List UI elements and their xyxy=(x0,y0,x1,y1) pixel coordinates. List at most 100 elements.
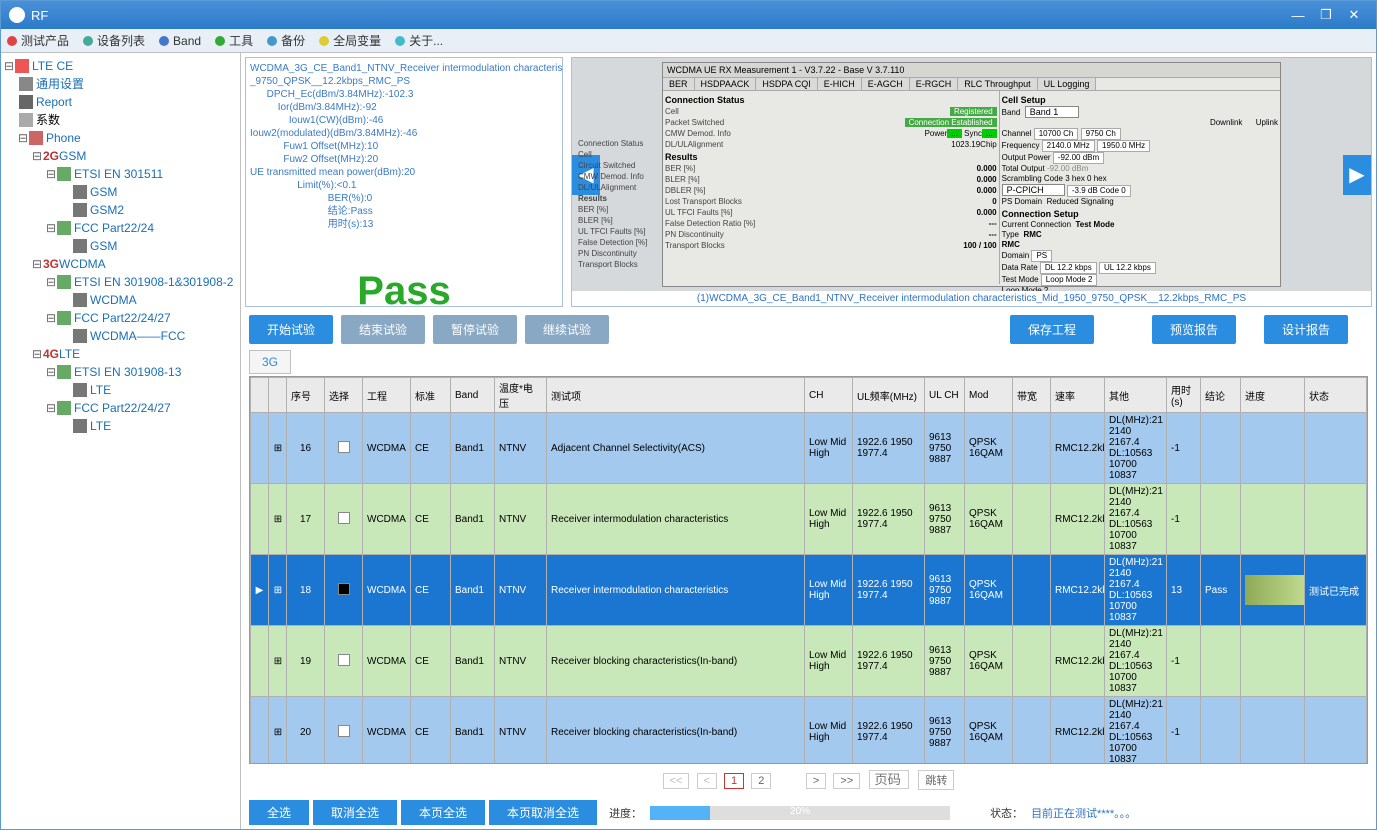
toolbar-item[interactable]: 工具 xyxy=(215,32,253,49)
table-row[interactable]: ▶⊞18WCDMACEBand1NTNVReceiver intermodula… xyxy=(251,555,1367,626)
toolbar-item[interactable]: Band xyxy=(159,34,201,48)
tree-gsm-fcc[interactable]: FCC Part22/24 xyxy=(74,220,154,236)
cell: -1 xyxy=(1167,626,1201,697)
tree-4g[interactable]: 4G xyxy=(43,346,59,362)
tree-phone[interactable]: Phone xyxy=(46,130,81,146)
tree-lte-fcc[interactable]: FCC Part22/24/27 xyxy=(74,400,171,416)
pager-jump[interactable]: 跳转 xyxy=(918,770,954,790)
column-header[interactable]: 序号 xyxy=(287,378,325,413)
column-header[interactable]: 温度*电压 xyxy=(495,378,547,413)
tree-gsm-etsi[interactable]: ETSI EN 301511 xyxy=(74,166,163,182)
table-row[interactable]: ⊞20WCDMACEBand1NTNVReceiver blocking cha… xyxy=(251,697,1367,765)
column-header[interactable]: UL频率(MHz) xyxy=(853,378,925,413)
toolbar-item[interactable]: 全局变量 xyxy=(319,32,381,49)
column-header[interactable]: 速率 xyxy=(1051,378,1105,413)
continue-test-button[interactable]: 继续试验 xyxy=(525,315,609,344)
next-screenshot-button[interactable]: ▶ xyxy=(1343,155,1371,195)
column-header[interactable]: 选择 xyxy=(325,378,363,413)
column-header[interactable]: 其他 xyxy=(1105,378,1167,413)
pager-page-1[interactable]: 1 xyxy=(724,773,744,789)
column-header[interactable]: 标准 xyxy=(411,378,451,413)
select-all-button[interactable]: 全选 xyxy=(249,800,309,825)
column-header[interactable]: 进度 xyxy=(1241,378,1305,413)
expand-icon[interactable]: ⊞ xyxy=(273,727,283,738)
tree-lte-etsi[interactable]: ETSI EN 301908-13 xyxy=(74,364,181,380)
deselect-all-button[interactable]: 取消全选 xyxy=(313,800,397,825)
expand-icon[interactable]: ⊞ xyxy=(273,514,283,525)
table-row[interactable]: ⊞19WCDMACEBand1NTNVReceiver blocking cha… xyxy=(251,626,1367,697)
column-header[interactable]: CH xyxy=(805,378,853,413)
save-project-button[interactable]: 保存工程 xyxy=(1010,315,1094,344)
tree-gsm-sub1[interactable]: GSM xyxy=(90,184,117,200)
design-report-button[interactable]: 设计报告 xyxy=(1264,315,1348,344)
tree-wcdma-etsi[interactable]: ETSI EN 301908-1&301908-2 xyxy=(74,274,233,290)
instr-tabs[interactable]: BERHSDPAACKHSDPA CQIE-HICHE-AGCHE-RGCHRL… xyxy=(663,78,1280,91)
expand-icon[interactable]: ⊞ xyxy=(273,656,283,667)
band-select[interactable]: Band 1 xyxy=(1025,106,1080,118)
maximize-button[interactable]: ❐ xyxy=(1312,7,1340,23)
pager-prev[interactable]: < xyxy=(697,773,717,789)
instr-tab[interactable]: E-RGCH xyxy=(910,78,959,90)
close-button[interactable]: ✕ xyxy=(1340,7,1368,23)
tree-gsm-fcc-sub[interactable]: GSM xyxy=(90,238,117,254)
expand-icon[interactable]: ⊞ xyxy=(273,585,283,596)
page-deselect-all-button[interactable]: 本页取消全选 xyxy=(489,800,597,825)
tree-report[interactable]: Report xyxy=(36,94,72,110)
column-header[interactable]: 状态 xyxy=(1305,378,1367,413)
instr-tab[interactable]: HSDPAACK xyxy=(695,78,757,90)
tree-wcdma-sub[interactable]: WCDMA xyxy=(90,292,137,308)
instr-tab[interactable]: E-AGCH xyxy=(862,78,910,90)
table-row[interactable]: ⊞17WCDMACEBand1NTNVReceiver intermodulat… xyxy=(251,484,1367,555)
tree-2g[interactable]: 2G xyxy=(43,148,59,164)
tree-wcdma-fcc-sub[interactable]: WCDMA——FCC xyxy=(90,328,185,344)
instr-tab[interactable]: BER xyxy=(663,78,695,90)
pager-page-2[interactable]: 2 xyxy=(751,773,771,789)
column-header[interactable] xyxy=(251,378,269,413)
results-grid[interactable]: 序号选择工程标准Band温度*电压测试项CHUL频率(MHz)UL CHMod带… xyxy=(249,376,1368,764)
instr-tab[interactable]: E-HICH xyxy=(818,78,862,90)
column-header[interactable]: Mod xyxy=(965,378,1013,413)
tab-3g[interactable]: 3G xyxy=(249,350,291,374)
toolbar-item[interactable]: 关于... xyxy=(395,32,443,49)
pager-first[interactable]: << xyxy=(663,773,690,789)
tree-lte-sub1[interactable]: LTE xyxy=(90,382,111,398)
stop-test-button[interactable]: 结束试验 xyxy=(341,315,425,344)
tree-lte-sub2[interactable]: LTE xyxy=(90,418,111,434)
instr-tab[interactable]: UL Logging xyxy=(1038,78,1097,90)
tree-root[interactable]: LTE CE xyxy=(32,58,73,74)
start-test-button[interactable]: 开始试验 xyxy=(249,315,333,344)
pager-next[interactable]: > xyxy=(806,773,826,789)
column-header[interactable]: 结论 xyxy=(1201,378,1241,413)
pager-last[interactable]: >> xyxy=(833,773,860,789)
column-header[interactable]: 工程 xyxy=(363,378,411,413)
column-header[interactable]: Band xyxy=(451,378,495,413)
pager-input[interactable] xyxy=(869,770,909,789)
minimize-button[interactable]: — xyxy=(1284,8,1312,23)
tree-wcdma-fcc[interactable]: FCC Part22/24/27 xyxy=(74,310,171,326)
column-header[interactable] xyxy=(269,378,287,413)
column-header[interactable]: 测试项 xyxy=(547,378,805,413)
test-tree[interactable]: ⊟LTE CE 通用设置 Report 系数 ⊟Phone ⊟2G GSM ⊟E… xyxy=(1,53,241,829)
tree-gsm-sub2[interactable]: GSM2 xyxy=(90,202,124,218)
column-header[interactable]: 用时(s) xyxy=(1167,378,1201,413)
toolbar-item[interactable]: 备份 xyxy=(267,32,305,49)
expand-icon[interactable]: ⊞ xyxy=(273,443,283,454)
tree-general-settings[interactable]: 通用设置 xyxy=(36,76,84,92)
toolbar-item[interactable]: 测试产品 xyxy=(7,32,69,49)
select-checkbox[interactable] xyxy=(338,583,350,595)
select-checkbox[interactable] xyxy=(338,512,350,524)
instr-tab[interactable]: RLC Throughput xyxy=(958,78,1037,90)
select-checkbox[interactable] xyxy=(338,441,350,453)
page-select-all-button[interactable]: 本页全选 xyxy=(401,800,485,825)
column-header[interactable]: 带宽 xyxy=(1013,378,1051,413)
pause-test-button[interactable]: 暂停试验 xyxy=(433,315,517,344)
tree-sysparam[interactable]: 系数 xyxy=(36,112,60,128)
toolbar-item[interactable]: 设备列表 xyxy=(83,32,145,49)
select-checkbox[interactable] xyxy=(338,725,350,737)
preview-report-button[interactable]: 预览报告 xyxy=(1152,315,1236,344)
tree-3g[interactable]: 3G xyxy=(43,256,59,272)
table-row[interactable]: ⊞16WCDMACEBand1NTNVAdjacent Channel Sele… xyxy=(251,413,1367,484)
column-header[interactable]: UL CH xyxy=(925,378,965,413)
select-checkbox[interactable] xyxy=(338,654,350,666)
instr-tab[interactable]: HSDPA CQI xyxy=(756,78,817,90)
